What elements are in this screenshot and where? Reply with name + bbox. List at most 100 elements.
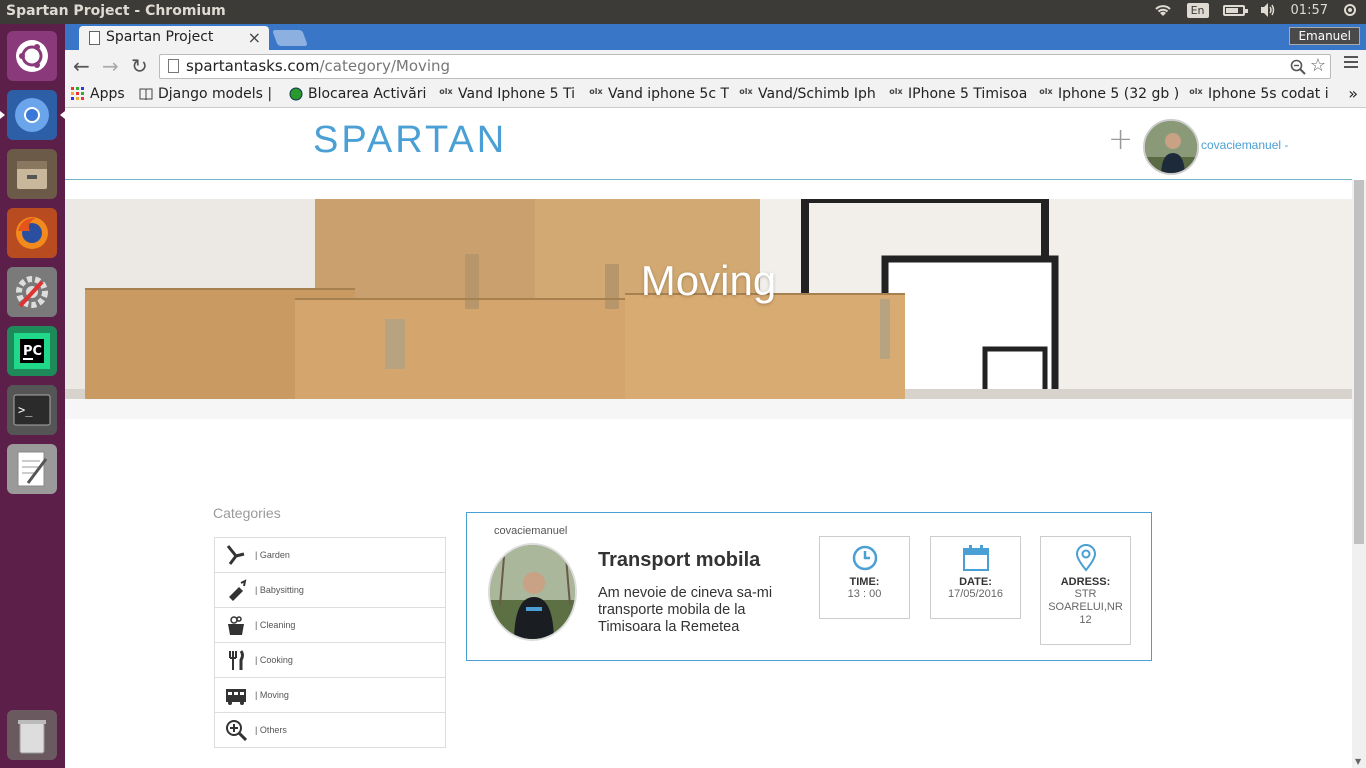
task-author-avatar[interactable] <box>488 543 577 641</box>
olx-icon: olx <box>889 87 903 96</box>
category-label: | Cleaning <box>255 620 296 630</box>
scroll-down-arrow-icon[interactable]: ▼ <box>1355 757 1361 766</box>
forward-arrow-icon[interactable]: → <box>102 56 119 76</box>
baby-bottle-icon <box>223 577 249 603</box>
page-icon <box>168 59 179 73</box>
site-header: SPARTAN + covaciemanuel - <box>65 108 1352 180</box>
zoom-plus-icon <box>223 717 249 743</box>
book-icon <box>139 88 153 101</box>
bookmark-star-icon[interactable]: ☆ <box>1310 55 1326 76</box>
olx-icon: olx <box>589 87 603 96</box>
bookmark-label: IPhone 5 Timisoa <box>908 86 1028 102</box>
calendar-icon <box>962 544 990 572</box>
green-dot-icon <box>289 87 303 101</box>
site-logo[interactable]: SPARTAN <box>313 119 507 162</box>
browser-tab-strip: Spartan Project × Emanuel <box>65 24 1366 50</box>
tab-title: Spartan Project <box>106 29 214 45</box>
bookmarks-bar: Apps Django models | Blocarea Activări o… <box>65 82 1366 108</box>
time-value: 13 : 00 <box>847 588 882 600</box>
bookmark-olx-1[interactable]: olx Vand Iphone 5 Ti <box>439 86 579 102</box>
scrollbar-thumb[interactable] <box>1354 180 1364 544</box>
apps-grid-icon <box>71 87 84 100</box>
unity-launcher: PC >_ <box>0 24 65 768</box>
bookmark-olx-4[interactable]: olx IPhone 5 Timisoa <box>889 86 1029 102</box>
battery-icon[interactable] <box>1222 4 1248 16</box>
add-task-button[interactable]: + <box>1108 122 1133 157</box>
url-text[interactable]: spartantasks.com/category/Moving <box>186 57 450 75</box>
task-author[interactable]: covaciemanuel <box>494 525 567 537</box>
bookmark-olx-6[interactable]: olx Iphone 5s codat i <box>1189 86 1329 102</box>
wifi-icon[interactable] <box>1153 2 1173 18</box>
files-icon[interactable] <box>7 149 57 199</box>
olx-icon: olx <box>1039 87 1053 96</box>
task-time-box: TIME: 13 : 00 <box>819 536 910 619</box>
task-title[interactable]: Transport mobila <box>598 549 760 572</box>
bookmark-label: Apps <box>90 86 125 102</box>
category-item-babysitting[interactable]: | Babysitting <box>214 572 446 608</box>
text-editor-icon[interactable] <box>7 444 57 494</box>
url-host: spartantasks.com <box>186 57 320 75</box>
olx-icon: olx <box>1189 87 1203 96</box>
settings-gear-icon[interactable] <box>1342 2 1358 18</box>
tab-close-icon[interactable]: × <box>248 28 261 47</box>
profile-button[interactable]: Emanuel <box>1289 27 1360 45</box>
task-card[interactable]: covaciemanuel Transport mobila Am nevoie… <box>466 512 1152 661</box>
hero-bottom-band <box>65 399 1352 419</box>
category-item-cleaning[interactable]: | Cleaning <box>214 607 446 643</box>
bookmarks-overflow-icon[interactable]: » <box>1348 84 1358 103</box>
address-label: ADRESS: <box>1060 576 1111 588</box>
address-value: STR SOARELUI,NR 12 <box>1048 588 1123 626</box>
bookmark-label: Iphone 5s codat i <box>1208 86 1329 102</box>
olx-icon: olx <box>439 87 453 96</box>
ubuntu-dash-icon[interactable] <box>7 31 57 81</box>
firefox-icon[interactable] <box>7 208 57 258</box>
category-label: | Garden <box>255 550 290 560</box>
bookmark-apps[interactable]: Apps <box>71 86 131 102</box>
back-arrow-icon[interactable]: ← <box>73 56 90 76</box>
svg-text:>_: >_ <box>18 403 33 417</box>
task-description: Am nevoie de cineva sa-mi transporte mob… <box>598 585 773 635</box>
trash-icon[interactable] <box>7 710 57 760</box>
moving-truck-icon <box>223 682 249 708</box>
clock[interactable]: 01:57 <box>1291 3 1328 18</box>
terminal-icon[interactable]: >_ <box>7 385 57 435</box>
task-date-box: DATE: 17/05/2016 <box>930 536 1021 619</box>
system-tray: En 01:57 <box>1153 2 1358 18</box>
bookmark-blocarea[interactable]: Blocarea Activări <box>289 86 429 102</box>
page-scrollbar[interactable]: ▼ <box>1352 180 1366 768</box>
category-item-garden[interactable]: | Garden <box>214 537 446 573</box>
keyboard-language-indicator[interactable]: En <box>1186 2 1209 18</box>
category-item-others[interactable]: | Others <box>214 712 446 748</box>
web-page: SPARTAN + covaciemanuel - Moving Categor… <box>65 108 1352 768</box>
url-path: /category/Moving <box>319 57 451 75</box>
map-pin-icon <box>1072 544 1100 572</box>
os-top-panel: Spartan Project - Chromium En 01:57 <box>0 0 1366 24</box>
bookmark-django-models[interactable]: Django models | <box>139 86 279 102</box>
bookmark-olx-3[interactable]: olx Vand/Schimb Iph <box>739 86 879 102</box>
volume-icon[interactable] <box>1259 2 1277 18</box>
svg-text:PC: PC <box>23 344 42 359</box>
olx-icon: olx <box>739 87 753 96</box>
bookmark-label: Vand/Schimb Iph <box>758 86 876 102</box>
bookmark-olx-5[interactable]: olx Iphone 5 (32 gb ) <box>1039 86 1179 102</box>
chromium-icon[interactable] <box>0 90 65 140</box>
address-bar[interactable]: spartantasks.com/category/Moving ☆ <box>159 54 1331 79</box>
reload-icon[interactable]: ↻ <box>131 56 148 76</box>
fork-knife-icon <box>223 647 249 673</box>
tab-spartan-project[interactable]: Spartan Project × <box>79 26 269 50</box>
pycharm-icon[interactable]: PC <box>7 326 57 376</box>
zoom-icon[interactable] <box>1290 59 1306 75</box>
categories-list: | Garden | Babysitting | Cleaning | Cook… <box>214 537 446 748</box>
new-tab-button[interactable] <box>272 30 308 46</box>
user-avatar[interactable] <box>1143 119 1199 175</box>
window-title: Spartan Project - Chromium <box>6 3 226 19</box>
browser-menu-icon[interactable] <box>1344 56 1358 71</box>
system-settings-icon[interactable] <box>7 267 57 317</box>
time-label: TIME: <box>849 576 880 588</box>
username-link[interactable]: covaciemanuel - <box>1201 138 1288 152</box>
category-item-moving[interactable]: | Moving <box>214 677 446 713</box>
bookmark-olx-2[interactable]: olx Vand iphone 5c T <box>589 86 729 102</box>
category-hero-banner: Moving <box>65 199 1352 399</box>
category-item-cooking[interactable]: | Cooking <box>214 642 446 678</box>
date-label: DATE: <box>959 576 992 588</box>
